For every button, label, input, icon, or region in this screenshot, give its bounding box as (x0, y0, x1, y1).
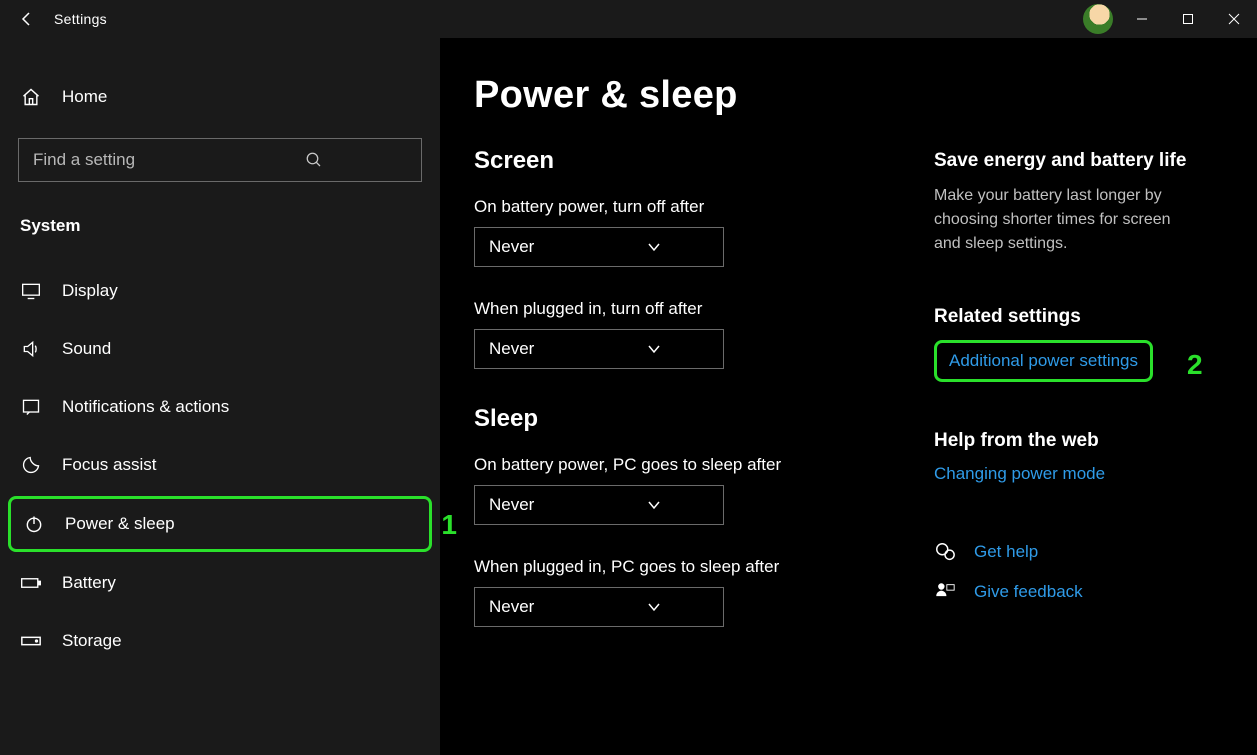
sidebar-item-notifications[interactable]: Notifications & actions (0, 378, 440, 436)
screen-battery-label: On battery power, turn off after (474, 197, 884, 217)
search-input[interactable]: Find a setting (18, 138, 422, 182)
user-avatar[interactable] (1083, 4, 1113, 34)
chevron-down-icon (599, 596, 709, 618)
home-icon (20, 86, 42, 108)
get-help-icon (934, 540, 956, 564)
sidebar-item-power-sleep[interactable]: Power & sleep 1 (8, 496, 432, 552)
sidebar-item-label: Battery (62, 573, 116, 593)
additional-power-settings-link[interactable]: Additional power settings (949, 351, 1138, 370)
sidebar-item-label: Notifications & actions (62, 397, 229, 417)
annotation-1: 1 (441, 509, 457, 541)
sidebar-home[interactable]: Home (0, 68, 440, 138)
dropdown-value: Never (489, 339, 599, 359)
sound-icon (20, 338, 42, 360)
energy-text: Make your battery last longer by choosin… (934, 184, 1194, 256)
sidebar-item-label: Storage (62, 631, 122, 651)
sidebar-item-label: Power & sleep (65, 514, 175, 534)
sidebar-item-sound[interactable]: Sound (0, 320, 440, 378)
screen-battery-dropdown[interactable]: Never (474, 227, 724, 267)
sleep-battery-dropdown[interactable]: Never (474, 485, 724, 525)
content: Power & sleep Screen On battery power, t… (440, 38, 1257, 755)
back-button[interactable] (0, 0, 54, 38)
focus-assist-icon (20, 454, 42, 476)
screen-plugged-label: When plugged in, turn off after (474, 299, 884, 319)
sleep-heading: Sleep (474, 405, 884, 433)
changing-power-mode-link[interactable]: Changing power mode (934, 464, 1223, 484)
titlebar: Settings (0, 0, 1257, 38)
app-title: Settings (54, 11, 107, 27)
chevron-down-icon (599, 494, 709, 516)
screen-plugged-dropdown[interactable]: Never (474, 329, 724, 369)
display-icon (20, 280, 42, 302)
energy-heading: Save energy and battery life (934, 150, 1223, 172)
sidebar-item-focus-assist[interactable]: Focus assist (0, 436, 440, 494)
search-icon (220, 149, 407, 171)
storage-icon (20, 630, 42, 652)
sidebar-section: System (0, 202, 440, 262)
dropdown-value: Never (489, 237, 599, 257)
sidebar-item-label: Focus assist (62, 455, 156, 475)
screen-heading: Screen (474, 147, 884, 175)
sidebar-item-display[interactable]: Display (0, 262, 440, 320)
page-title: Power & sleep (474, 74, 884, 117)
sidebar-item-battery[interactable]: Battery (0, 554, 440, 612)
help-heading: Help from the web (934, 430, 1223, 452)
close-button[interactable] (1211, 0, 1257, 38)
sidebar-item-label: Sound (62, 339, 111, 359)
sidebar-item-storage[interactable]: Storage (0, 612, 440, 670)
sidebar-item-label: Display (62, 281, 118, 301)
search-placeholder: Find a setting (33, 150, 220, 170)
feedback-icon (934, 580, 956, 604)
annotation-2: 2 (1187, 349, 1203, 381)
power-icon (23, 513, 45, 535)
notification-icon (20, 396, 42, 418)
dropdown-value: Never (489, 495, 599, 515)
battery-icon (20, 572, 42, 594)
minimize-button[interactable] (1119, 0, 1165, 38)
chevron-down-icon (599, 236, 709, 258)
sleep-plugged-dropdown[interactable]: Never (474, 587, 724, 627)
sidebar-home-label: Home (62, 87, 107, 107)
chevron-down-icon (599, 338, 709, 360)
additional-power-settings-highlight: Additional power settings 2 (934, 340, 1153, 382)
give-feedback-link[interactable]: Give feedback (974, 582, 1083, 602)
dropdown-value: Never (489, 597, 599, 617)
related-heading: Related settings (934, 306, 1223, 328)
maximize-button[interactable] (1165, 0, 1211, 38)
get-help-link[interactable]: Get help (974, 542, 1038, 562)
sleep-battery-label: On battery power, PC goes to sleep after (474, 455, 884, 475)
sidebar: Home Find a setting System Display (0, 38, 440, 755)
sleep-plugged-label: When plugged in, PC goes to sleep after (474, 557, 884, 577)
